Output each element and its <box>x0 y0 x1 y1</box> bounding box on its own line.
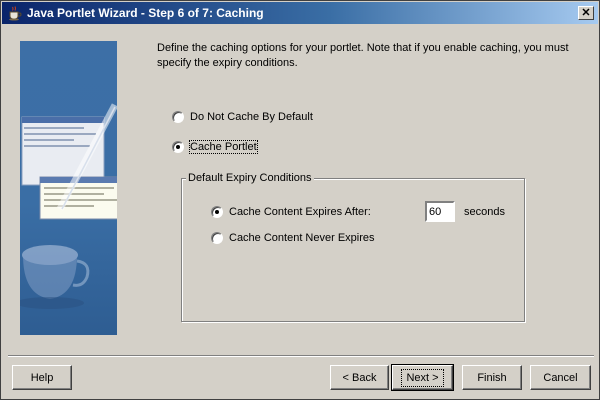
never-expires-label: Cache Content Never Expires <box>229 232 375 244</box>
no-cache-label: Do Not Cache By Default <box>190 111 313 123</box>
back-button-label: < Back <box>342 371 377 384</box>
expires-after-radio[interactable]: Cache Content Expires After: <box>211 206 371 218</box>
java-cup-icon <box>9 6 22 21</box>
finish-button[interactable]: Finish <box>462 365 522 390</box>
expiry-seconds-input[interactable] <box>425 201 455 222</box>
next-button[interactable]: Next > <box>391 364 454 391</box>
never-expires-radio[interactable]: Cache Content Never Expires <box>211 232 375 244</box>
next-button-label: Next > <box>401 368 444 387</box>
seconds-label: seconds <box>464 206 505 218</box>
cancel-button-label: Cancel <box>543 371 578 384</box>
cancel-button[interactable]: Cancel <box>530 365 591 390</box>
close-button[interactable]: ✕ <box>578 6 594 20</box>
expires-after-label: Cache Content Expires After: <box>229 206 371 218</box>
never-expires-radio-dot[interactable] <box>211 232 223 244</box>
intro-text: Define the caching options for your port… <box>157 42 569 69</box>
close-icon: ✕ <box>581 6 591 19</box>
back-button[interactable]: < Back <box>330 365 389 390</box>
help-button[interactable]: Help <box>12 365 72 390</box>
wizard-window: Java Portlet Wizard - Step 6 of 7: Cachi… <box>0 0 600 400</box>
button-divider <box>8 355 594 357</box>
finish-button-label: Finish <box>477 371 507 384</box>
cache-portlet-label: Cache Portlet <box>189 140 258 154</box>
expires-after-radio-dot[interactable] <box>211 206 223 218</box>
help-button-label: Help <box>30 371 54 384</box>
cache-portlet-radio[interactable]: Cache Portlet <box>172 140 258 154</box>
window-title: Java Portlet Wizard - Step 6 of 7: Cachi… <box>27 6 264 20</box>
no-cache-radio-dot[interactable] <box>172 111 184 123</box>
expiry-group-legend: Default Expiry Conditions <box>186 172 314 184</box>
title-bar[interactable]: Java Portlet Wizard - Step 6 of 7: Cachi… <box>2 2 598 24</box>
cache-portlet-radio-dot[interactable] <box>172 141 184 153</box>
no-cache-radio[interactable]: Do Not Cache By Default <box>172 111 313 123</box>
expiry-conditions-group <box>181 178 525 322</box>
wizard-side-image <box>20 41 117 335</box>
